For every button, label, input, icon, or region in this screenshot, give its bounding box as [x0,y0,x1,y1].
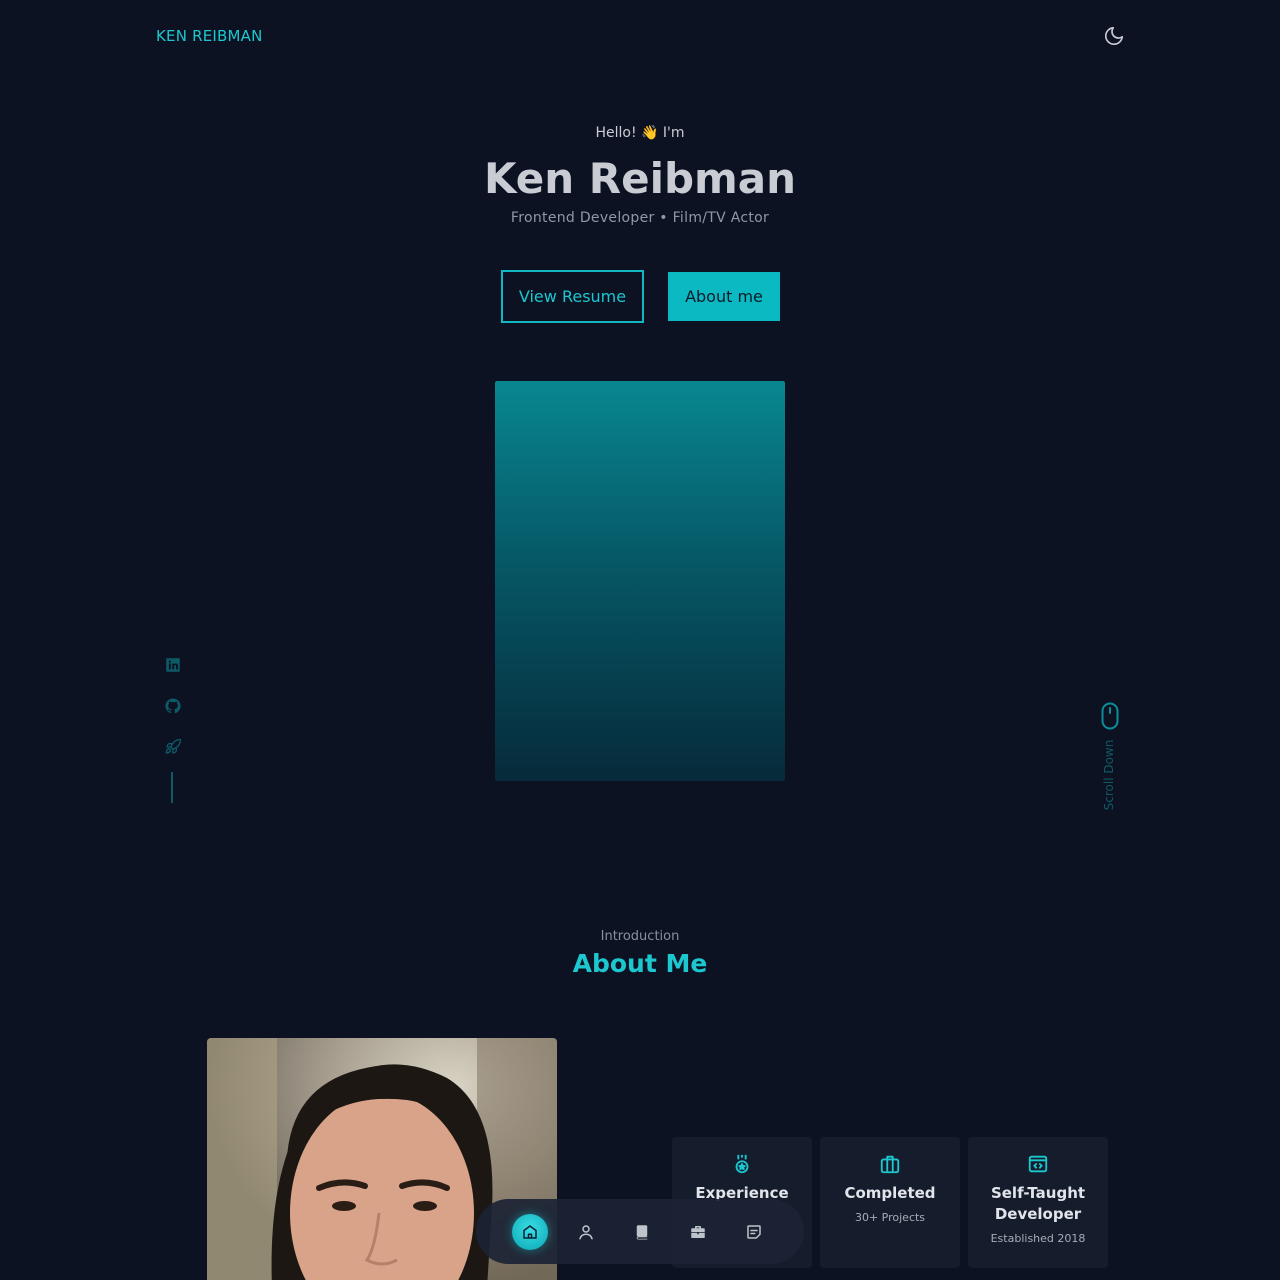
nav-home[interactable] [512,1213,548,1250]
github-icon [165,698,181,714]
stat-card-sub: 30+ Projects [854,1211,926,1224]
rocket-icon [165,738,182,754]
bottom-nav [476,1199,804,1264]
stat-card-sub: Established 2018 [990,1232,1086,1245]
social-links [160,652,186,775]
about-me-button[interactable]: About me [668,272,780,321]
moon-icon [1104,26,1124,46]
user-icon [579,1224,593,1239]
view-resume-button[interactable]: View Resume [501,270,644,323]
code-icon [1028,1155,1048,1173]
hero-greeting: Hello! 👋 I'm [595,125,685,141]
hero-subtitle: Frontend Developer • Film/TV Actor [510,210,770,226]
briefcase-icon [691,1225,705,1238]
stat-card-self-taught: Self-Taught Developer Established 2018 [968,1137,1108,1268]
brand-logo[interactable]: KEN REIBMAN [156,27,263,45]
theme-toggle-button[interactable] [1103,25,1125,47]
github-link[interactable] [160,693,186,719]
stat-card-completed: Completed 30+ Projects [820,1137,960,1268]
nav-contact[interactable] [736,1214,772,1250]
section-title: About Me [572,949,708,978]
social-divider-line [171,772,173,803]
linkedin-icon [166,658,180,672]
nav-resume[interactable] [624,1214,660,1250]
section-subtitle: Introduction [600,929,680,944]
mouse-icon [1101,702,1119,730]
stat-card-title: Self-Taught Developer [990,1184,1086,1223]
home-icon [523,1224,537,1239]
rocket-link[interactable] [160,734,186,760]
nav-about[interactable] [568,1214,604,1250]
award-icon [735,1154,749,1174]
linkedin-link[interactable] [160,652,186,678]
stat-card-title: Completed [844,1184,936,1202]
briefcase-icon [880,1155,900,1174]
nav-portfolio[interactable] [680,1214,716,1250]
book-icon [636,1224,648,1239]
hero-image [495,381,785,781]
scroll-down-link[interactable]: Scroll Down [1098,702,1124,822]
message-icon [747,1224,761,1239]
scroll-down-label: Scroll Down [1102,739,1116,811]
hero-name: Ken Reibman [483,154,797,203]
